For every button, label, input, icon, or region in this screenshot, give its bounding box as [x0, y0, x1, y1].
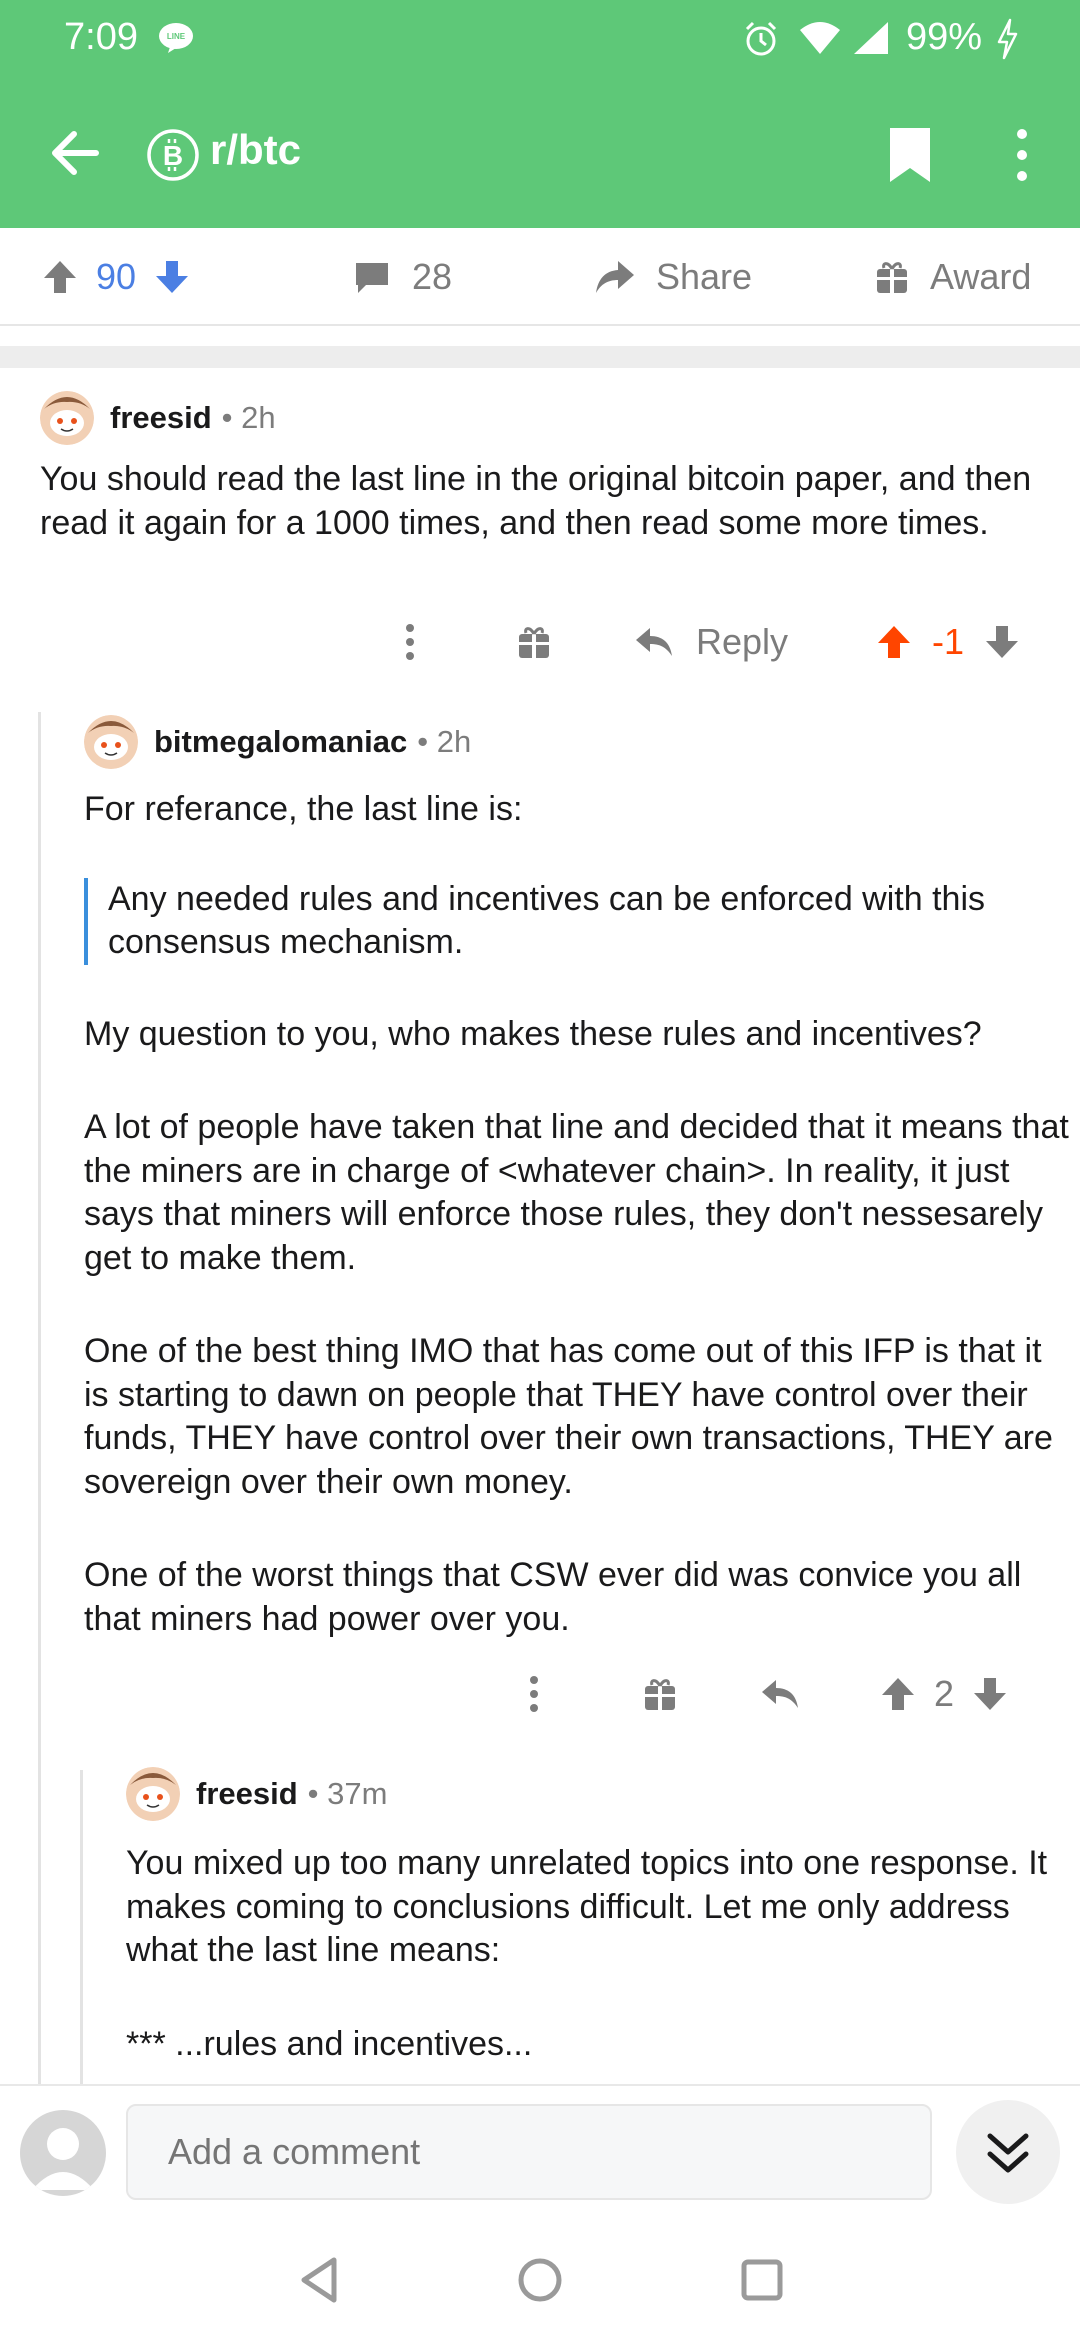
comment-text: One of the worst things that CSW ever di…	[84, 1556, 1022, 1638]
comment-vote-group: 2	[878, 1664, 1010, 1724]
app-header: 7:09 LINE 99% B r/btc	[0, 0, 1080, 228]
scroll-to-bottom-button[interactable]	[956, 2100, 1060, 2204]
nav-recents-icon[interactable]	[730, 2248, 794, 2312]
user-avatar[interactable]	[20, 2110, 106, 2196]
upvote-icon[interactable]	[874, 622, 914, 662]
comment-text: You should read the last line in the ori…	[40, 460, 1032, 542]
comment-header: freesid • 37m	[126, 1767, 1066, 1821]
avatar[interactable]	[84, 715, 138, 769]
subreddit-name[interactable]: r/btc	[210, 126, 301, 174]
system-nav-bar	[0, 2220, 1080, 2340]
avatar[interactable]	[126, 1767, 180, 1821]
signal-icon	[854, 22, 888, 54]
share-button[interactable]: Share	[594, 228, 752, 326]
quote-text: Any needed rules and incentives can be e…	[108, 879, 985, 962]
comment-score: -1	[932, 621, 965, 662]
app-bar: B r/btc	[0, 100, 1080, 210]
gift-icon	[877, 262, 907, 293]
reply-label: Reply	[696, 621, 789, 662]
post-score: 90	[96, 256, 137, 297]
svg-text:LINE: LINE	[167, 32, 186, 41]
comment-text: One of the best thing IMO that has come …	[84, 1332, 1053, 1501]
comment: bitmegalomaniac • 2h For referance, the …	[84, 715, 1074, 1641]
comment-body: You should read the last line in the ori…	[40, 458, 1050, 545]
nav-back-icon[interactable]	[290, 2248, 354, 2312]
more-options-icon[interactable]	[1000, 122, 1044, 188]
comments-button[interactable]: 28	[352, 228, 452, 326]
user-icon	[32, 2128, 94, 2190]
charging-icon	[997, 18, 1018, 60]
comment-body: You mixed up too many unrelated topics i…	[126, 1842, 1066, 2066]
comment-time: 37m	[327, 1776, 388, 1811]
reply-button[interactable]	[748, 1664, 812, 1724]
comment-count: 28	[412, 256, 453, 297]
comment-text: My question to you, who makes these rule…	[84, 1014, 982, 1053]
comment-text: A lot of people have taken that line and…	[84, 1108, 1069, 1277]
section-divider	[0, 346, 1080, 368]
comment-more-button[interactable]	[504, 1664, 564, 1724]
comment-age: • 37m	[307, 1776, 388, 1811]
alarm-icon	[745, 21, 777, 56]
upvote-icon[interactable]	[40, 257, 80, 297]
blockquote: Any needed rules and incentives can be e…	[84, 877, 1074, 965]
comment-time: 2h	[436, 724, 472, 759]
reply-icon	[762, 1680, 798, 1708]
avatar[interactable]	[40, 391, 94, 445]
more-vertical-icon	[406, 624, 414, 660]
comment: freesid • 37m You mixed up too many unre…	[126, 1767, 1066, 2066]
line-app-icon: LINE	[159, 23, 193, 53]
gift-icon	[645, 1679, 675, 1710]
comment-author[interactable]: freesid	[110, 400, 212, 436]
upvote-icon[interactable]	[878, 1674, 918, 1714]
downvote-icon[interactable]	[152, 257, 192, 297]
comment-text: For referance, the last line is:	[84, 790, 523, 828]
comment-composer-bar	[0, 2084, 1080, 2220]
comment-age: • 2h	[221, 400, 276, 435]
award-button[interactable]: Award	[874, 228, 1031, 326]
comment-award-button[interactable]	[502, 612, 566, 672]
comment-author[interactable]: bitmegalomaniac	[154, 724, 407, 760]
more-vertical-icon	[530, 1676, 538, 1712]
comment-text: *** ...rules and incentives...	[126, 2024, 533, 2063]
post-vote-group: 90	[40, 228, 192, 326]
comment-vote-group: -1	[874, 612, 1022, 672]
double-chevron-down-icon	[987, 2133, 1029, 2173]
share-label: Share	[656, 256, 753, 297]
award-label: Award	[930, 256, 1032, 297]
wifi-icon	[800, 22, 840, 54]
status-time: 7:09	[64, 16, 138, 58]
back-button[interactable]	[40, 118, 110, 188]
comment-body: For referance, the last line is: Any nee…	[84, 788, 1074, 1641]
bitcoin-icon[interactable]: B	[146, 128, 200, 182]
comment-actions: 2	[504, 1664, 1010, 1724]
comment: freesid • 2h You should read the last li…	[40, 391, 1050, 545]
reply-button[interactable]: Reply	[634, 612, 788, 672]
comment-award-button[interactable]	[628, 1664, 692, 1724]
comment-header: bitmegalomaniac • 2h	[84, 715, 1074, 769]
downvote-icon[interactable]	[970, 1674, 1010, 1714]
comment-age: • 2h	[417, 724, 472, 759]
post-action-bar: 90 28 Share Award	[0, 228, 1080, 326]
comment-score: 2	[934, 1673, 955, 1714]
thread-line	[38, 712, 41, 2084]
comment-time: 2h	[241, 400, 276, 435]
reply-icon	[636, 628, 672, 656]
share-icon	[596, 261, 634, 293]
comment-actions: Reply -1	[378, 612, 1022, 672]
add-comment-input[interactable]	[126, 2104, 932, 2200]
battery-level: 99%	[906, 16, 983, 58]
nav-home-icon[interactable]	[508, 2248, 572, 2312]
comment-icon	[356, 263, 388, 293]
comment-more-button[interactable]	[378, 612, 442, 672]
status-bar: 7:09 LINE 99%	[0, 0, 1080, 80]
thread-line	[80, 1770, 83, 2084]
bookmark-icon[interactable]	[880, 122, 940, 188]
comment-author[interactable]: freesid	[196, 1776, 298, 1812]
downvote-icon[interactable]	[982, 622, 1022, 662]
svg-text:B: B	[163, 140, 183, 171]
comment-header: freesid • 2h	[40, 391, 1050, 445]
gift-icon	[519, 627, 549, 658]
comment-text: You mixed up too many unrelated topics i…	[126, 1844, 1048, 1969]
